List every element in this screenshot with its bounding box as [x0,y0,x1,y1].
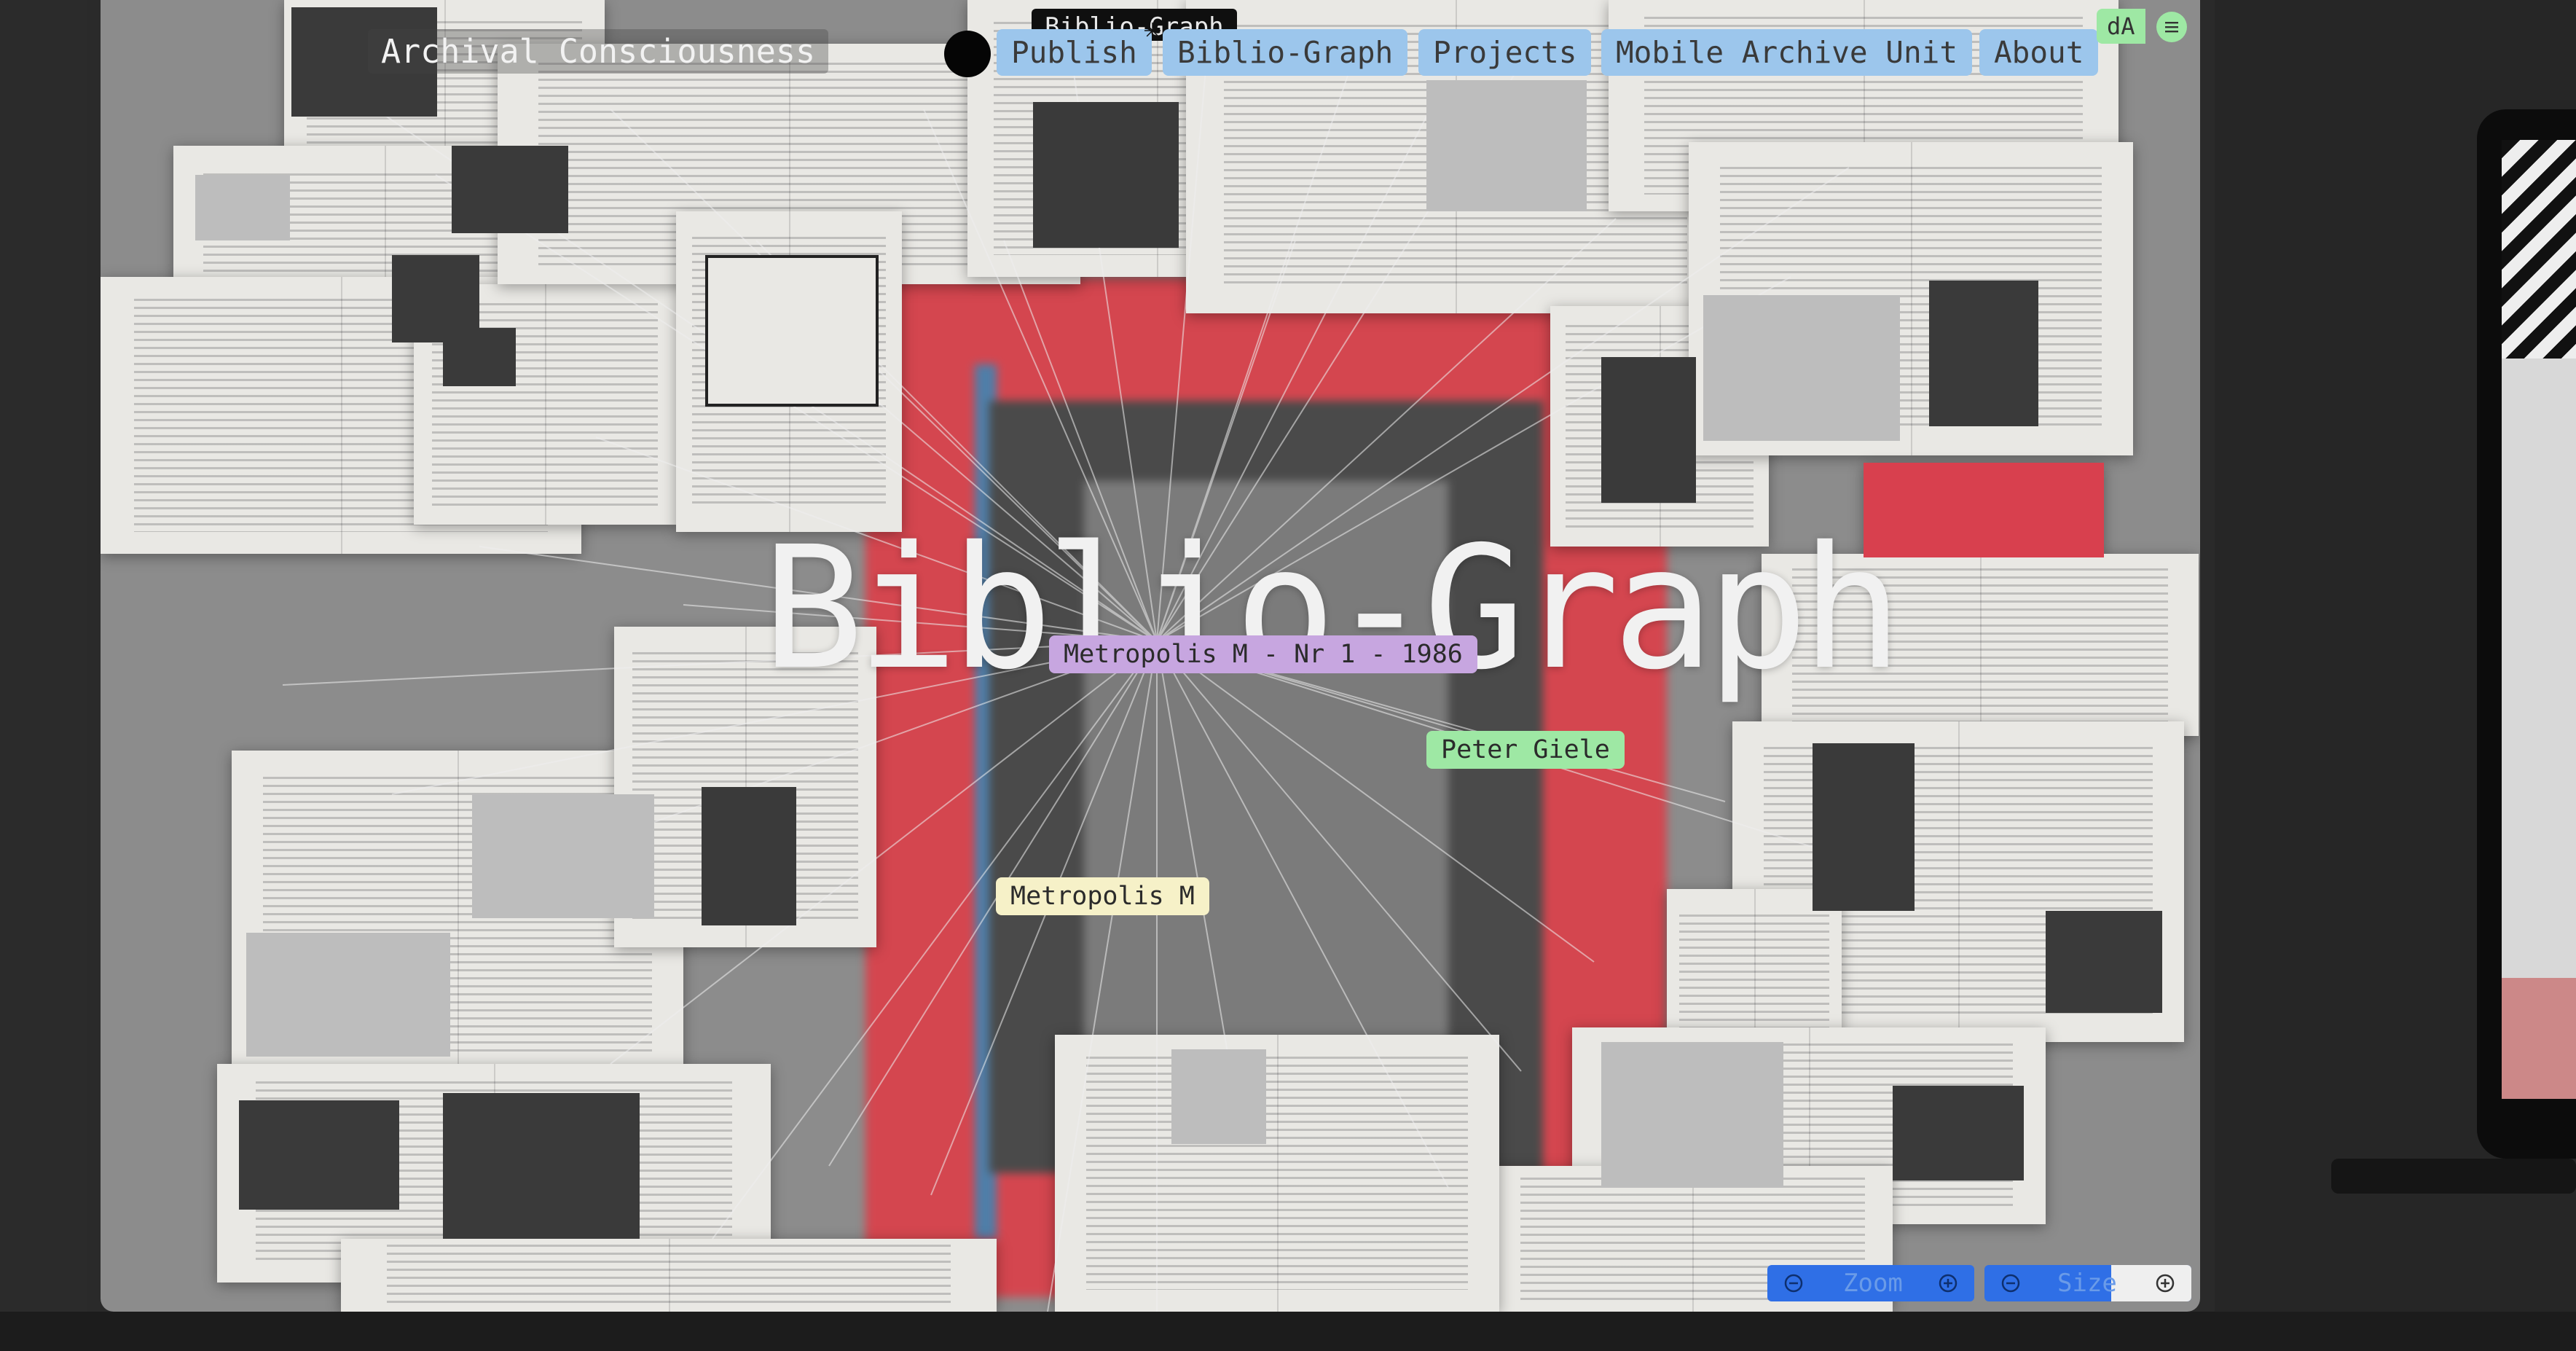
size-control: Size [1984,1265,2191,1301]
biblio-graph-canvas[interactable]: Biblio-Graph Metropolis M - Nr 1 - 1986 … [101,0,2200,1312]
zoom-out-button[interactable] [1782,1272,1805,1295]
hamburger-icon[interactable] [2156,12,2187,42]
minus-circle-icon [2001,1274,2020,1293]
nav-publish[interactable]: Publish [997,29,1152,76]
da-toggle-button[interactable]: dA [2097,9,2145,44]
nav-biblio-graph[interactable]: Biblio-Graph [1163,29,1408,76]
zoom-in-button[interactable] [1936,1272,1960,1295]
zoom-control: Zoom [1767,1265,1974,1301]
cursor-icon: ✳ [1144,12,1162,46]
graph-link [712,641,1158,1240]
graph-node-person[interactable]: Peter Giele [1426,731,1625,769]
graph-link [930,641,1158,1196]
brand-dot-icon[interactable] [944,31,991,77]
graph-link [1156,641,1238,1108]
page-title: Biblio-Graph [762,510,1903,707]
plus-circle-icon [2156,1274,2175,1293]
minus-circle-icon [1784,1274,1803,1293]
size-increase-button[interactable] [2153,1272,2177,1295]
left-backdrop [0,0,87,1312]
laptop-base [2331,1159,2576,1194]
zoom-label: Zoom [1843,1269,1903,1298]
laptop-screen [2502,140,2576,1099]
nav-projects[interactable]: Projects [1418,29,1592,76]
graph-link [1047,641,1158,1312]
graph-node-publication[interactable]: Metropolis M [996,877,1209,915]
graph-node-issue[interactable]: Metropolis M - Nr 1 - 1986 [1049,635,1477,673]
plus-circle-icon [1939,1274,1957,1293]
bottom-bar [0,1312,2576,1351]
magazine-spread[interactable] [1864,463,2104,557]
nav-mobile-archive-unit[interactable]: Mobile Archive Unit [1601,29,1972,76]
nav-about[interactable]: About [1979,29,2099,76]
size-label: Size [2057,1269,2117,1298]
site-brand-link[interactable]: Archival Consciousness [368,29,829,74]
size-decrease-button[interactable] [1999,1272,2022,1295]
